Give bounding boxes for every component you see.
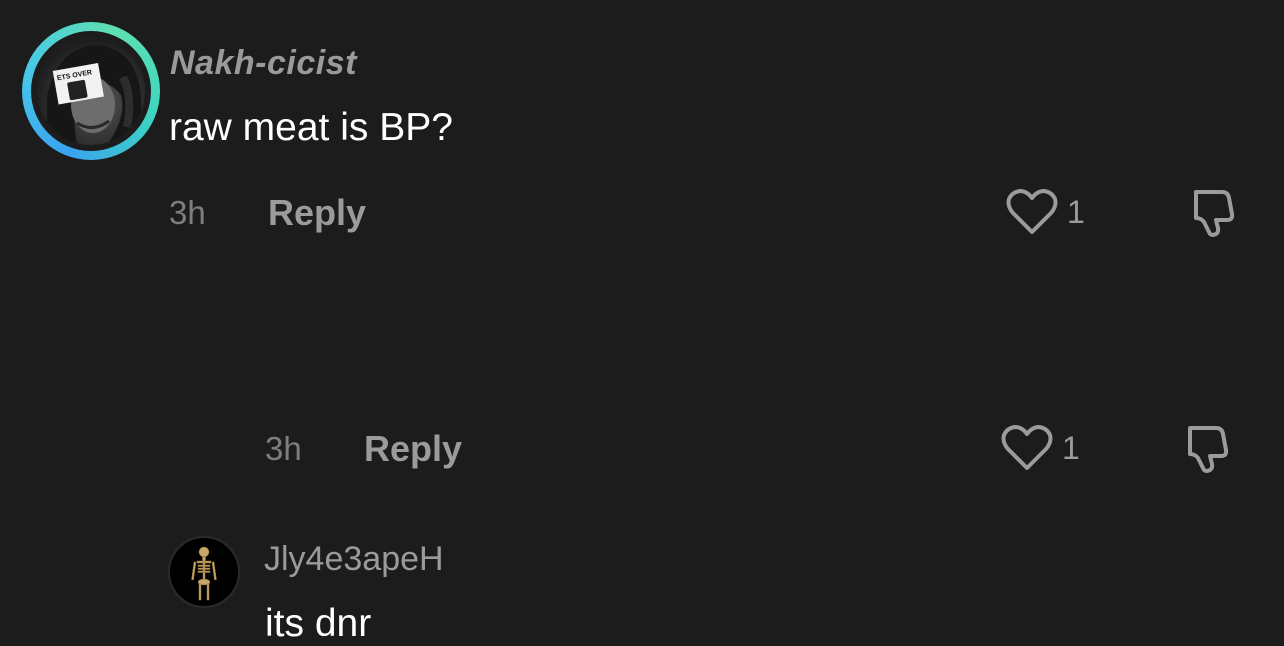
comment-timestamp: 3h xyxy=(265,430,302,467)
like-button[interactable]: 1 xyxy=(1000,424,1080,472)
like-button[interactable]: 1 xyxy=(1005,188,1085,236)
comment-text: its dnr xyxy=(265,602,372,645)
like-count: 1 xyxy=(1062,429,1080,466)
avatar-story-ring[interactable]: ETS OVER xyxy=(22,22,160,160)
avatar[interactable] xyxy=(168,536,240,608)
reply-button[interactable]: Reply xyxy=(364,428,462,470)
skeleton-avatar-image xyxy=(191,546,217,601)
comment-username[interactable]: Nakh-cicist xyxy=(170,44,357,83)
comment-username[interactable]: Jly4e3apeH xyxy=(264,540,444,579)
reply-button[interactable]: Reply xyxy=(268,192,366,234)
like-count: 1 xyxy=(1067,193,1085,230)
comment-text: raw meat is BP? xyxy=(169,106,453,149)
heart-outline-icon[interactable] xyxy=(1005,188,1059,236)
thumbs-down-icon[interactable] xyxy=(1184,188,1238,238)
comment-timestamp: 3h xyxy=(169,194,206,231)
comment-item: ETS OVER Nakh-cicist raw meat is BP? 3h … xyxy=(0,0,1284,260)
avatar[interactable]: ETS OVER xyxy=(37,37,145,145)
reply-comment-item: Jly4e3apeH its dnr 3h Reply 1 xyxy=(0,260,1284,645)
thumbs-down-icon[interactable] xyxy=(1178,424,1232,474)
heart-outline-icon[interactable] xyxy=(1000,424,1054,472)
avatar-image: ETS OVER xyxy=(47,45,141,145)
